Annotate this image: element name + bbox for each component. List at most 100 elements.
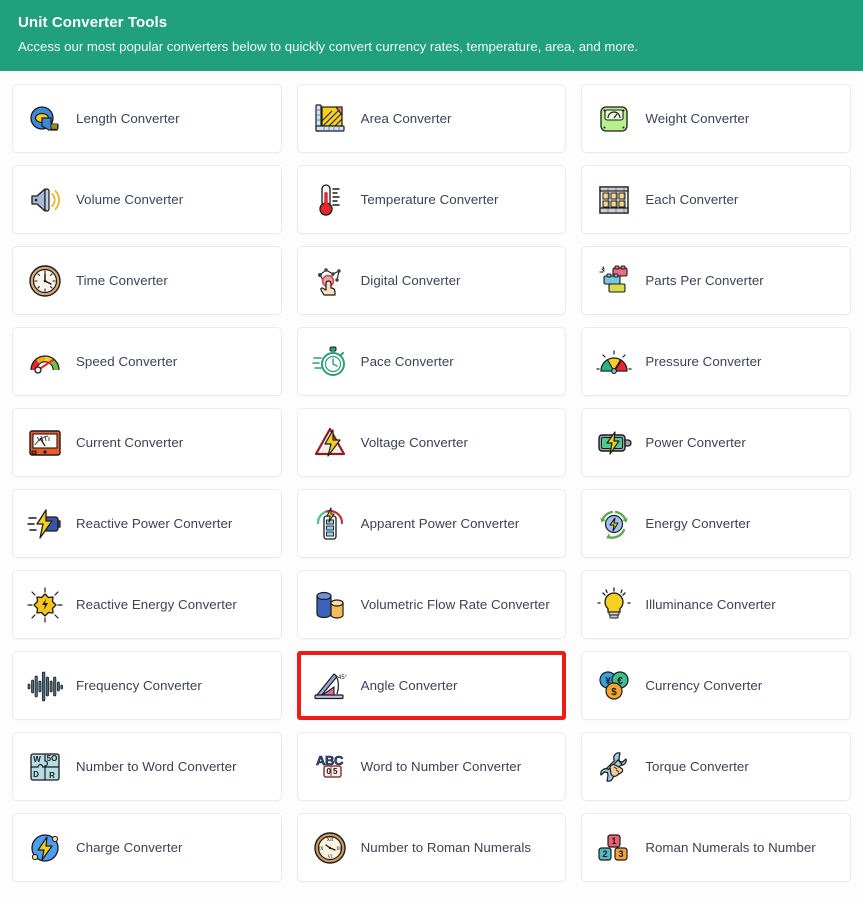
converter-card[interactable]: Time Converter bbox=[12, 246, 282, 315]
svg-text:5O: 5O bbox=[47, 754, 58, 763]
converter-card[interactable]: Length Converter bbox=[12, 84, 282, 153]
high-voltage-icon bbox=[312, 425, 348, 461]
converter-card[interactable]: Charge Converter bbox=[12, 813, 282, 882]
energy-burst-icon bbox=[27, 586, 63, 623]
converter-card-label: Pace Converter bbox=[360, 354, 454, 369]
converter-card[interactable]: Each Converter bbox=[581, 165, 851, 234]
converter-card-label: Parts Per Converter bbox=[645, 273, 764, 288]
converter-card-label: Apparent Power Converter bbox=[360, 516, 520, 531]
converter-card[interactable]: Power Converter bbox=[581, 408, 851, 477]
energy-recycle-icon bbox=[596, 506, 632, 542]
abc-block-icon: ABC05 bbox=[312, 749, 348, 785]
converter-card-label: Angle Converter bbox=[360, 678, 458, 693]
converter-card-label: Voltage Converter bbox=[360, 435, 468, 450]
converter-card-label: Energy Converter bbox=[645, 516, 751, 531]
tape-measure-icon bbox=[27, 101, 63, 137]
svg-text:XII: XII bbox=[326, 838, 333, 843]
converter-card[interactable]: Volumetric Flow Rate Converter bbox=[296, 570, 567, 639]
converter-card[interactable]: Energy Converter bbox=[581, 489, 851, 558]
protractor-angle-icon: 45° bbox=[312, 668, 348, 704]
converter-card[interactable]: Digital Converter bbox=[296, 246, 567, 315]
svg-text:III: III bbox=[336, 847, 341, 852]
converter-card-label: Digital Converter bbox=[360, 273, 461, 288]
page-title: Unit Converter Tools bbox=[18, 14, 168, 31]
converter-card[interactable]: Illuminance Converter bbox=[581, 570, 851, 639]
converter-card-label: Pressure Converter bbox=[645, 354, 762, 369]
roman-clock-icon: XII IX III VI bbox=[312, 830, 348, 866]
converter-card[interactable]: ¥ € $ Currency Converter bbox=[581, 651, 851, 720]
ammeter-icon bbox=[27, 425, 63, 461]
converter-card-label: Reactive Energy Converter bbox=[76, 597, 237, 612]
currency-coins-icon: ¥ € $ bbox=[596, 668, 632, 704]
battery-bolt-icon bbox=[596, 425, 632, 461]
converter-card[interactable]: Pressure Converter bbox=[581, 327, 851, 396]
converter-card-label: Temperature Converter bbox=[360, 192, 499, 207]
converter-card[interactable]: Reactive Energy Converter bbox=[12, 570, 282, 639]
svg-text:€: € bbox=[618, 676, 624, 687]
svg-text:45°: 45° bbox=[338, 675, 348, 681]
converter-card[interactable]: Parts Per Converter bbox=[581, 246, 851, 315]
converter-card[interactable]: Frequency Converter bbox=[12, 651, 282, 720]
converter-card[interactable]: Voltage Converter bbox=[296, 408, 567, 477]
converter-card-label: Power Converter bbox=[645, 435, 746, 450]
converter-card[interactable]: XII IX III VI Number to Roman Numerals bbox=[296, 813, 567, 882]
converter-card[interactable]: Current Converter bbox=[12, 408, 282, 477]
waveform-icon bbox=[27, 668, 63, 704]
svg-text:R: R bbox=[49, 771, 55, 780]
converter-card[interactable]: Torque Converter bbox=[581, 732, 851, 801]
converter-card[interactable]: Apparent Power Converter bbox=[296, 489, 567, 558]
touch-finger-icon bbox=[312, 263, 348, 299]
converter-card[interactable]: 45° Angle Converter bbox=[296, 651, 567, 720]
converter-card-label: Number to Word Converter bbox=[76, 759, 237, 774]
converter-card-label: Area Converter bbox=[360, 111, 452, 126]
converter-card[interactable]: 1 2 3 Roman Numerals to Number bbox=[581, 813, 851, 882]
svg-text:$: $ bbox=[612, 687, 618, 698]
weight-scale-icon bbox=[596, 101, 632, 137]
pressure-gauge-icon bbox=[596, 344, 632, 380]
number-blocks-icon: 12 3 bbox=[596, 830, 632, 866]
svg-text:D: D bbox=[33, 770, 39, 779]
cylinders-icon bbox=[312, 587, 348, 623]
page-subtitle: Access our most popular converters below… bbox=[18, 39, 639, 54]
converter-card-label: Current Converter bbox=[76, 435, 184, 450]
svg-text:W: W bbox=[33, 755, 41, 764]
converter-card-label: Number to Roman Numerals bbox=[360, 840, 532, 855]
thermometer-icon bbox=[312, 182, 348, 218]
wrench-hand-icon bbox=[596, 749, 632, 785]
svg-text:3: 3 bbox=[619, 849, 624, 859]
stopwatch-icon bbox=[311, 344, 348, 380]
converter-card-label: Volume Converter bbox=[76, 192, 184, 207]
converter-card[interactable]: Pace Converter bbox=[296, 327, 567, 396]
converter-card[interactable]: Reactive Power Converter bbox=[12, 489, 282, 558]
converter-card[interactable]: Temperature Converter bbox=[296, 165, 567, 234]
converter-card[interactable]: Weight Converter bbox=[581, 84, 851, 153]
converter-card[interactable]: A B C 0 5 Word to Number Converter bbox=[296, 732, 567, 801]
converter-card-label: Currency Converter bbox=[645, 678, 763, 693]
crate-boxes-icon bbox=[596, 182, 632, 218]
bolt-battery-motion-icon bbox=[27, 506, 63, 542]
puzzle-letters-icon: W 5O D R bbox=[27, 749, 63, 785]
svg-text:2: 2 bbox=[603, 849, 608, 859]
converter-card-label: Length Converter bbox=[76, 111, 180, 126]
converter-card-label: Frequency Converter bbox=[76, 678, 202, 693]
converter-card[interactable]: Volume Converter bbox=[12, 165, 282, 234]
converter-card-label: Each Converter bbox=[645, 192, 739, 207]
svg-text:5: 5 bbox=[333, 767, 338, 776]
converter-card-label: Word to Number Converter bbox=[360, 759, 522, 774]
converter-card-label: Reactive Power Converter bbox=[76, 516, 233, 531]
svg-text:1: 1 bbox=[612, 836, 617, 846]
speedometer-icon bbox=[27, 344, 63, 380]
converter-card-label: Speed Converter bbox=[76, 354, 178, 369]
light-bulb-icon bbox=[596, 586, 632, 623]
converter-card-label: Torque Converter bbox=[645, 759, 749, 774]
svg-text:¥: ¥ bbox=[606, 676, 612, 687]
converter-card-label: Charge Converter bbox=[76, 840, 183, 855]
wall-clock-icon bbox=[27, 263, 63, 299]
page-header: Unit Converter Tools Access our most pop… bbox=[0, 0, 863, 71]
power-meter-icon bbox=[312, 506, 348, 542]
svg-text:VI: VI bbox=[327, 855, 333, 860]
converter-card[interactable]: Area Converter bbox=[296, 84, 567, 153]
converter-card[interactable]: W 5O D R Number to Word Converter bbox=[12, 732, 282, 801]
converter-card[interactable]: Speed Converter bbox=[12, 327, 282, 396]
converter-card-label: Volumetric Flow Rate Converter bbox=[360, 597, 550, 612]
